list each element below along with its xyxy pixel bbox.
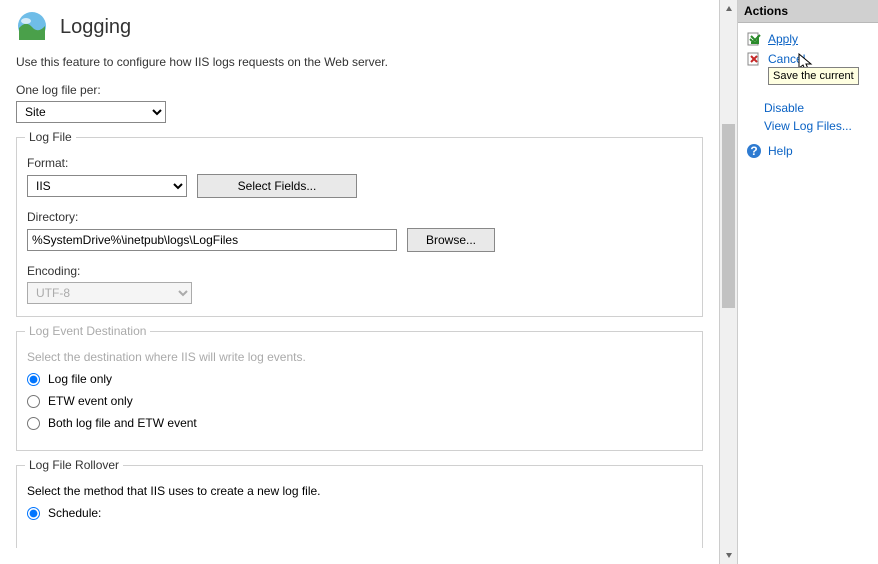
page-description: Use this feature to configure how IIS lo… bbox=[16, 55, 703, 69]
select-fields-button[interactable]: Select Fields... bbox=[197, 174, 357, 198]
view-log-files-label: View Log Files... bbox=[764, 119, 852, 133]
help-action[interactable]: ? Help bbox=[742, 141, 874, 161]
log-event-destination-title: Log Event Destination bbox=[25, 324, 150, 338]
log-file-section: Log File Format: IIS Select Fields... Di… bbox=[16, 137, 703, 317]
log-event-destination-section: Log Event Destination Select the destina… bbox=[16, 331, 703, 451]
one-log-per-select[interactable]: Site bbox=[16, 101, 166, 123]
radio-schedule[interactable] bbox=[27, 507, 40, 520]
scroll-up-arrow[interactable] bbox=[720, 0, 737, 18]
log-event-destination-desc: Select the destination where IIS will wr… bbox=[27, 350, 692, 364]
one-log-per-label: One log file per: bbox=[16, 83, 703, 97]
log-file-title: Log File bbox=[25, 130, 76, 144]
log-file-rollover-title: Log File Rollover bbox=[25, 458, 123, 472]
log-file-rollover-desc: Select the method that IIS uses to creat… bbox=[27, 484, 692, 498]
radio-both-label: Both log file and ETW event bbox=[48, 416, 197, 430]
main-scrollbar[interactable] bbox=[720, 0, 738, 564]
apply-action[interactable]: Apply bbox=[742, 29, 874, 49]
apply-label: Apply bbox=[768, 32, 798, 46]
apply-icon bbox=[746, 31, 762, 47]
svg-text:?: ? bbox=[750, 144, 757, 158]
log-file-rollover-section: Log File Rollover Select the method that… bbox=[16, 465, 703, 548]
page-title: Logging bbox=[60, 16, 131, 39]
format-label: Format: bbox=[27, 156, 692, 170]
disable-action[interactable]: Disable bbox=[742, 99, 874, 117]
actions-body: Apply Cancel Save the current Disable Vi… bbox=[738, 23, 878, 564]
cancel-action[interactable]: Cancel bbox=[742, 49, 874, 69]
encoding-select: UTF-8 bbox=[27, 282, 192, 304]
page-header: Logging bbox=[16, 10, 703, 45]
help-icon: ? bbox=[746, 143, 762, 159]
cancel-label: Cancel bbox=[768, 52, 805, 66]
logging-icon bbox=[16, 10, 48, 45]
format-select[interactable]: IIS bbox=[27, 175, 187, 197]
main-pane: Logging Use this feature to configure ho… bbox=[0, 0, 720, 564]
actions-pane: Actions Apply Cancel Save the current Di… bbox=[738, 0, 878, 564]
scroll-thumb[interactable] bbox=[722, 124, 735, 309]
apply-tooltip: Save the current bbox=[768, 67, 859, 85]
radio-schedule-label: Schedule: bbox=[48, 506, 101, 520]
view-log-files-action[interactable]: View Log Files... bbox=[742, 117, 874, 135]
encoding-label: Encoding: bbox=[27, 264, 692, 278]
help-label: Help bbox=[768, 144, 793, 158]
scroll-down-arrow[interactable] bbox=[720, 546, 737, 564]
directory-input[interactable] bbox=[27, 229, 397, 251]
radio-both[interactable] bbox=[27, 417, 40, 430]
scroll-track[interactable] bbox=[720, 18, 737, 546]
radio-etw-only-label: ETW event only bbox=[48, 394, 133, 408]
radio-log-file-only-label: Log file only bbox=[48, 372, 112, 386]
actions-header: Actions bbox=[738, 0, 878, 23]
radio-log-file-only[interactable] bbox=[27, 373, 40, 386]
directory-label: Directory: bbox=[27, 210, 692, 224]
browse-button[interactable]: Browse... bbox=[407, 228, 495, 252]
radio-etw-only[interactable] bbox=[27, 395, 40, 408]
disable-label: Disable bbox=[764, 101, 804, 115]
cancel-icon bbox=[746, 51, 762, 67]
